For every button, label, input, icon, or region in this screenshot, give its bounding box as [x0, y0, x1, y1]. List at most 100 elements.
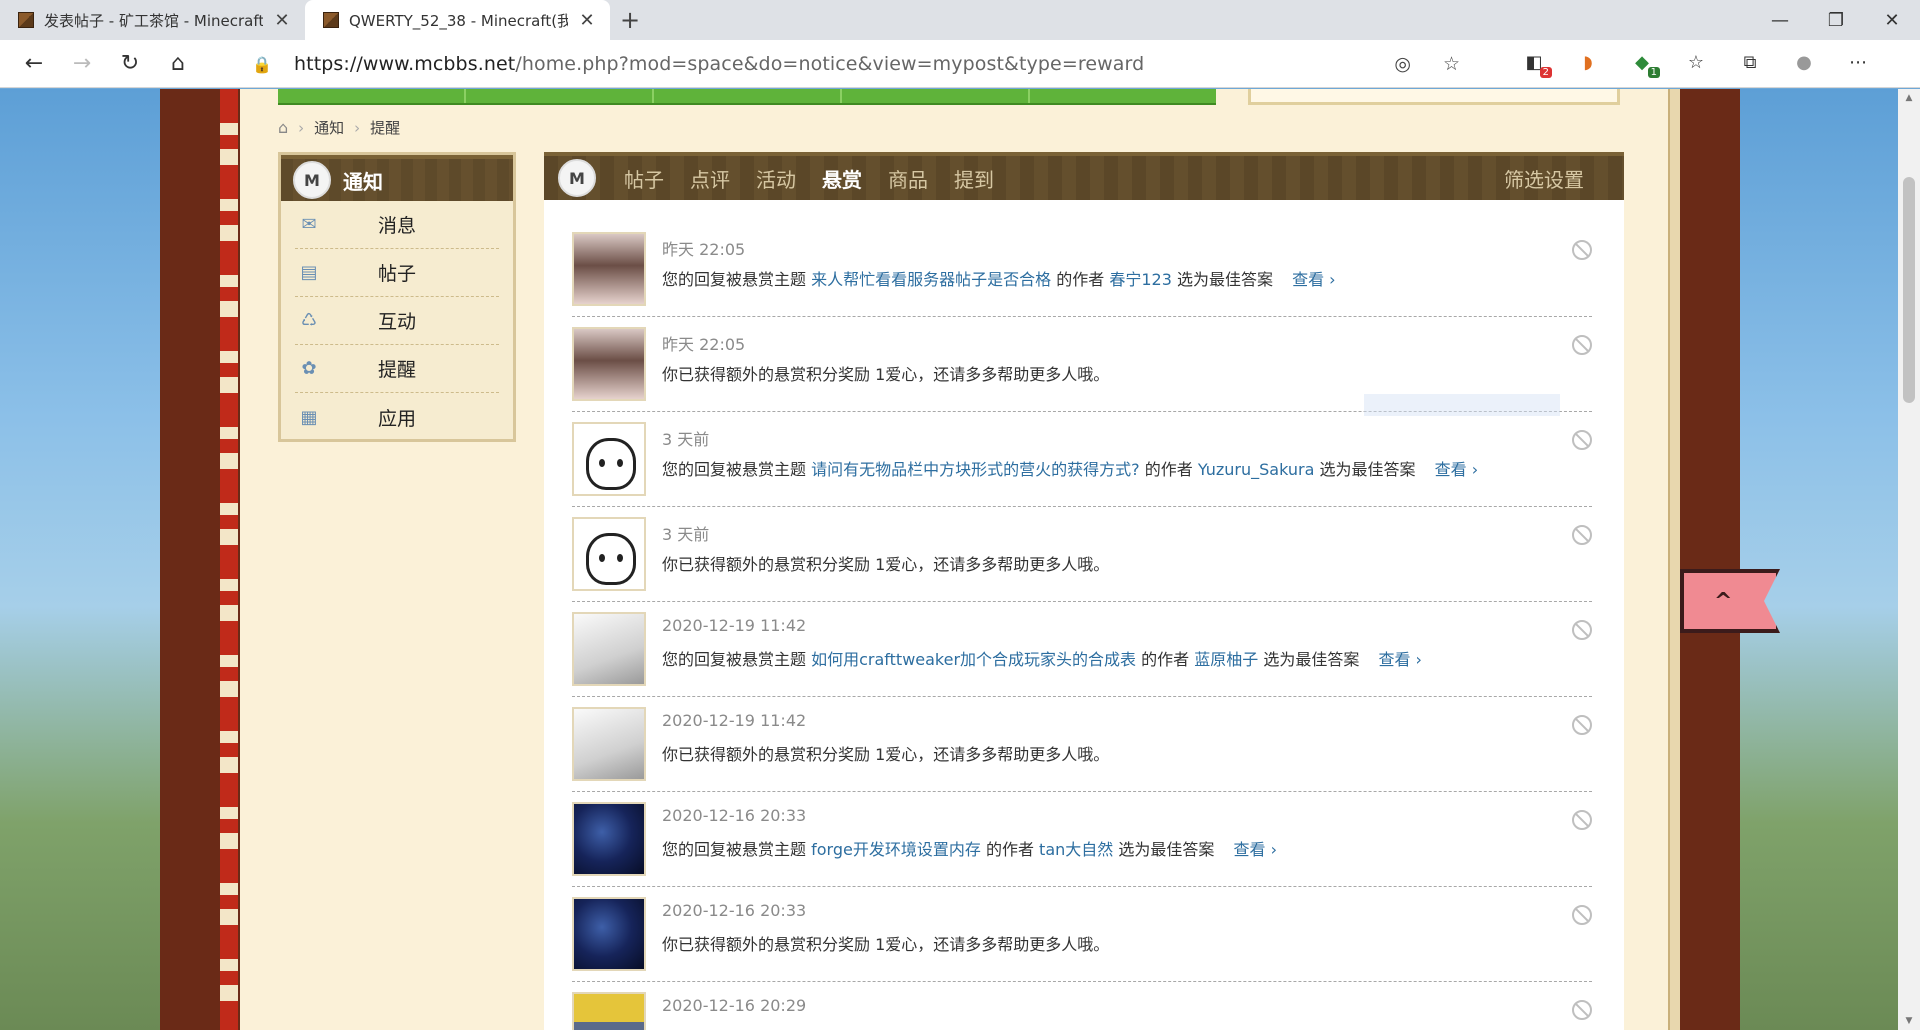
- user-avatar[interactable]: [572, 612, 646, 686]
- user-avatar[interactable]: [572, 327, 646, 401]
- notice-time: 2020-12-16 20:33: [662, 806, 807, 825]
- tab-reward[interactable]: 悬赏: [822, 164, 862, 193]
- topic-link[interactable]: 来人帮忙看看服务器帖子是否合格: [811, 270, 1051, 289]
- extension-2-icon[interactable]: ◗: [1574, 48, 1602, 76]
- green-nav-bar: [278, 89, 1216, 105]
- breadcrumb-separator: ›: [298, 118, 305, 137]
- topic-link[interactable]: 如何用crafttweaker加个合成玩家头的合成表: [811, 650, 1136, 669]
- minecraft-favicon-icon: [323, 12, 339, 28]
- address-bar[interactable]: 🔒 https://www.mcbbs.net/home.php?mod=spa…: [240, 44, 1490, 84]
- scrollbar-thumb[interactable]: [1903, 177, 1915, 403]
- ignore-icon[interactable]: [1572, 905, 1592, 925]
- side-menu-item-label: 提醒: [377, 359, 416, 381]
- topic-link[interactable]: 请问有无物品栏中方块形式的营火的获得方式?: [811, 460, 1140, 479]
- ignore-icon[interactable]: [1572, 620, 1592, 640]
- view-link[interactable]: 查看 ›: [1378, 650, 1422, 669]
- notice-item: 2020-12-16 20:33 你已获得额外的悬赏积分奖励 1爱心，还请多多帮…: [572, 887, 1592, 982]
- tracking-prevention-icon[interactable]: ◎: [1394, 53, 1411, 75]
- user-avatar[interactable]: [572, 422, 646, 496]
- ignore-icon[interactable]: [1572, 810, 1592, 830]
- notice-text: 您的回复被悬赏主题 请问有无物品栏中方块形式的营火的获得方式? 的作者 Yuzu…: [662, 456, 1478, 480]
- side-menu-item-reminder[interactable]: ✿ 提醒: [295, 345, 499, 393]
- view-link[interactable]: 查看 ›: [1435, 460, 1479, 479]
- notice-suffix: 选为最佳答案: [1176, 270, 1273, 289]
- notice-mid: 的作者: [985, 840, 1034, 859]
- notice-item: 3 天前 你已获得额外的悬赏积分奖励 1爱心，还请多多帮助更多人哦。: [572, 507, 1592, 602]
- favorite-star-icon[interactable]: ☆: [1443, 53, 1460, 75]
- ignore-icon[interactable]: [1572, 1000, 1592, 1020]
- author-link[interactable]: tan大自然: [1039, 840, 1113, 859]
- close-window-button[interactable]: ✕: [1864, 0, 1920, 40]
- view-link[interactable]: 查看 ›: [1233, 840, 1277, 859]
- favorites-icon[interactable]: ☆: [1682, 48, 1710, 76]
- browser-tab-1[interactable]: 发表帖子 - 矿工茶馆 - Minecraft( ✕: [0, 0, 305, 40]
- extension-1-icon[interactable]: ◧ 2: [1520, 48, 1552, 78]
- extension-3-icon[interactable]: ◆ 1: [1628, 48, 1660, 78]
- author-link[interactable]: Yuzuru_Sakura: [1198, 460, 1315, 479]
- tab-comments[interactable]: 点评: [690, 164, 730, 193]
- user-avatar[interactable]: [572, 707, 646, 781]
- side-menu-item-posts[interactable]: ▤ 帖子: [295, 249, 499, 297]
- new-tab-button[interactable]: +: [610, 0, 650, 40]
- tab-posts[interactable]: 帖子: [624, 164, 664, 193]
- breadcrumb-notice[interactable]: 通知: [314, 117, 344, 138]
- ignore-icon[interactable]: [1572, 715, 1592, 735]
- filter-settings-link[interactable]: 筛选设置: [1504, 164, 1584, 193]
- author-link[interactable]: 春宁123: [1109, 270, 1172, 289]
- caret-up-icon: ^: [1714, 589, 1733, 614]
- user-avatar[interactable]: [572, 232, 646, 306]
- tab-title: QWERTY_52_38 - Minecraft(我的: [349, 11, 568, 30]
- user-avatar[interactable]: [572, 517, 646, 591]
- notice-item: 2020-12-19 11:42 你已获得额外的悬赏积分奖励 1爱心，还请多多帮…: [572, 697, 1592, 792]
- ignore-icon[interactable]: [1572, 240, 1592, 260]
- notice-item: 2020-12-19 11:42 您的回复被悬赏主题 如何用crafttweak…: [572, 602, 1592, 697]
- notice-prefix: 您的回复被悬赏主题: [662, 650, 807, 669]
- home-button[interactable]: ⌂: [154, 44, 202, 84]
- tab-activities[interactable]: 活动: [756, 164, 796, 193]
- home-icon[interactable]: ⌂: [278, 118, 288, 137]
- user-avatar[interactable]: [572, 897, 646, 971]
- tab-close-icon[interactable]: ✕: [273, 10, 291, 31]
- browser-tab-2[interactable]: QWERTY_52_38 - Minecraft(我的 ✕: [305, 0, 610, 40]
- back-to-top-flag[interactable]: ^: [1680, 569, 1780, 633]
- collections-icon[interactable]: ⧉: [1736, 48, 1764, 76]
- side-menu-header: M 通知: [281, 155, 513, 201]
- notice-text: 您的回复被悬赏主题 如何用crafttweaker加个合成玩家头的合成表 的作者…: [662, 646, 1422, 670]
- profile-avatar-icon[interactable]: ●: [1790, 48, 1818, 76]
- topic-link[interactable]: forge开发环境设置内存: [811, 840, 981, 859]
- vertical-scrollbar[interactable]: ▲ ▼: [1898, 89, 1920, 1030]
- user-avatar[interactable]: [572, 802, 646, 876]
- notice-item: 2020-12-16 20:33 您的回复被悬赏主题 forge开发环境设置内存…: [572, 792, 1592, 887]
- tab-close-icon[interactable]: ✕: [578, 10, 596, 31]
- view-link[interactable]: 查看 ›: [1292, 270, 1336, 289]
- mcbbs-logo-icon: M: [558, 159, 596, 197]
- scroll-down-arrow-icon[interactable]: ▼: [1898, 1012, 1920, 1030]
- url-text[interactable]: https://www.mcbbs.net/home.php?mod=space…: [294, 53, 1144, 75]
- back-button[interactable]: ←: [10, 44, 58, 84]
- reload-button[interactable]: ↻: [106, 44, 154, 84]
- side-menu-item-messages[interactable]: ✉ 消息: [295, 201, 499, 249]
- ignore-icon[interactable]: [1572, 525, 1592, 545]
- url-path: /home.php?mod=space&do=notice&view=mypos…: [515, 53, 1145, 75]
- notice-text: 你已获得额外的悬赏积分奖励 1爱心，还请多多帮助更多人哦。: [662, 745, 1110, 764]
- user-avatar[interactable]: [572, 992, 646, 1030]
- forward-button[interactable]: →: [58, 44, 106, 84]
- page-viewport: ⌂ › 通知 › 提醒 M 通知 ✉ 消息 ▤ 帖子 ♺ 互动 ✿ 提醒 ▦ 应…: [0, 89, 1920, 1030]
- notice-time: 3 天前: [662, 430, 710, 449]
- notice-time: 昨天 22:05: [662, 335, 746, 354]
- restore-button[interactable]: ❐: [1808, 0, 1864, 40]
- minimize-button[interactable]: —: [1752, 0, 1808, 40]
- side-menu-item-interaction[interactable]: ♺ 互动: [295, 297, 499, 345]
- settings-more-icon[interactable]: ⋯: [1844, 48, 1872, 76]
- address-bar-actions: ◎ ☆: [1394, 53, 1460, 75]
- notice-item: 3 天前 您的回复被悬赏主题 请问有无物品栏中方块形式的营火的获得方式? 的作者…: [572, 412, 1592, 507]
- scroll-up-arrow-icon[interactable]: ▲: [1898, 89, 1920, 107]
- ignore-icon[interactable]: [1572, 430, 1592, 450]
- side-menu-item-apps[interactable]: ▦ 应用: [295, 393, 499, 441]
- tab-mentions[interactable]: 提到: [954, 164, 994, 193]
- tab-goods[interactable]: 商品: [888, 164, 928, 193]
- author-link[interactable]: 蓝原柚子: [1194, 650, 1258, 669]
- ignore-icon[interactable]: [1572, 335, 1592, 355]
- notice-mid: 的作者: [1144, 460, 1193, 479]
- lock-icon[interactable]: 🔒: [252, 55, 272, 74]
